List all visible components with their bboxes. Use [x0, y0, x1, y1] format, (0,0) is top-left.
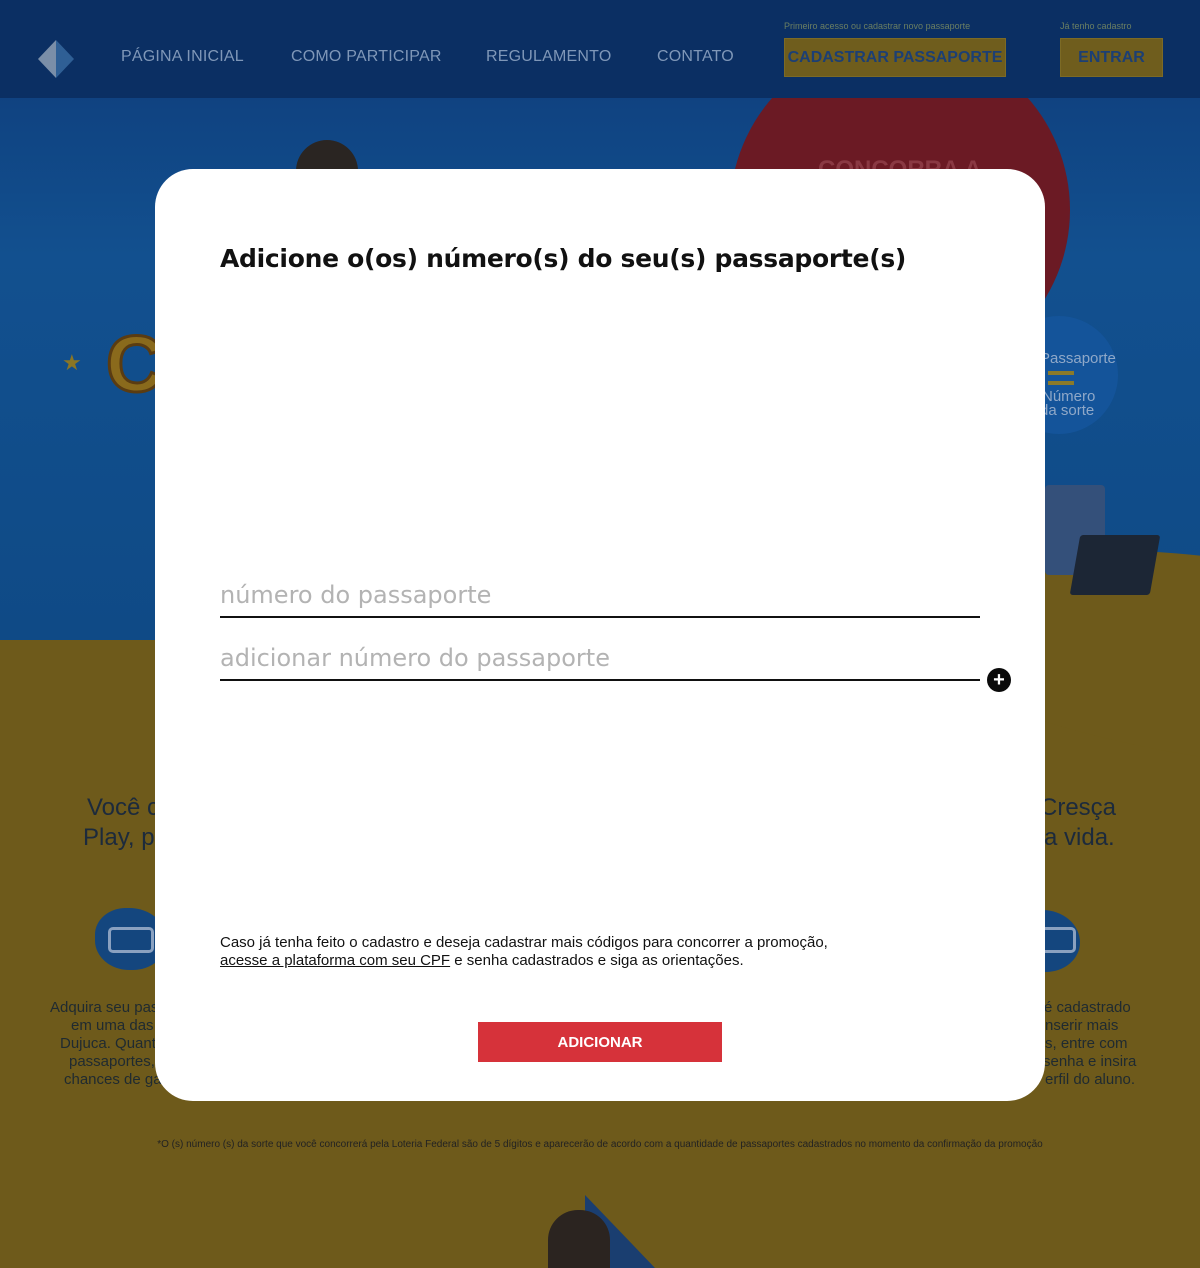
platform-cpf-link[interactable]: acesse a plataforma com seu CPF: [220, 952, 450, 969]
add-passport-modal: Adicione o(os) número(s) do seu(s) passa…: [155, 169, 1045, 1101]
equals-icon: [1048, 371, 1074, 385]
right-small-text-5: erfil do aluno.: [1045, 1071, 1136, 1088]
right-small-text-1: é cadastrado: [1044, 999, 1131, 1016]
passport-number-input[interactable]: [220, 574, 980, 618]
login-hint: Já tenho cadastro: [1060, 21, 1132, 31]
info-text: Caso já tenha feito o cadastro e deseja …: [220, 934, 920, 970]
register-passport-button[interactable]: CADASTRAR PASSAPORTE: [784, 38, 1006, 77]
add-passport-number-input[interactable]: [220, 637, 980, 681]
right-small-text-3: s, entre com: [1045, 1035, 1128, 1052]
login-button[interactable]: ENTRAR: [1060, 38, 1163, 77]
header: PÁGINA INICIAL COMO PARTICIPAR REGULAMEN…: [0, 0, 1200, 98]
nav-how-to-participate[interactable]: COMO PARTICIPAR: [291, 48, 442, 66]
right-small-text-2: nserir mais: [1045, 1017, 1119, 1034]
badge-line-1: Passaporte: [1040, 350, 1116, 367]
star-icon: ★: [62, 350, 82, 375]
nav-home[interactable]: PÁGINA INICIAL: [121, 48, 244, 66]
right-heading-2: a vida.: [1044, 824, 1115, 851]
left-small-text-1: Adquira seu pas: [50, 999, 159, 1016]
person-image-bottom: [548, 1210, 610, 1268]
right-heading-1: Cresça: [1040, 794, 1117, 821]
logo-icon[interactable]: [38, 40, 74, 78]
left-heading-2: Play, p: [83, 824, 155, 851]
add-field-plus-icon[interactable]: +: [987, 668, 1011, 692]
nav-contact[interactable]: CONTATO: [657, 48, 734, 66]
card-icon: [108, 927, 154, 953]
info-text-start: Caso já tenha feito o cadastro e deseja …: [220, 934, 828, 951]
left-heading-1: Você c: [87, 794, 160, 821]
nav-rules[interactable]: REGULAMENTO: [486, 48, 611, 66]
register-hint: Primeiro acesso ou cadastrar novo passap…: [784, 21, 971, 31]
modal-title: Adicione o(os) número(s) do seu(s) passa…: [220, 244, 907, 273]
left-small-text-3: Dujuca. Quant: [60, 1035, 156, 1052]
badge-line-3: da sorte: [1040, 402, 1095, 419]
footnote: *O (s) número (s) da sorte que você conc…: [157, 1139, 1043, 1150]
left-small-text-4: passaportes,: [69, 1053, 155, 1070]
left-small-text-2: em uma das: [71, 1017, 154, 1034]
add-button[interactable]: ADICIONAR: [478, 1022, 722, 1062]
laptop-image: [1069, 535, 1161, 595]
right-small-text-4: senha e insira: [1043, 1053, 1137, 1070]
info-text-end: e senha cadastrados e siga as orientaçõe…: [450, 952, 744, 969]
left-small-text-5: chances de ga: [64, 1071, 162, 1088]
